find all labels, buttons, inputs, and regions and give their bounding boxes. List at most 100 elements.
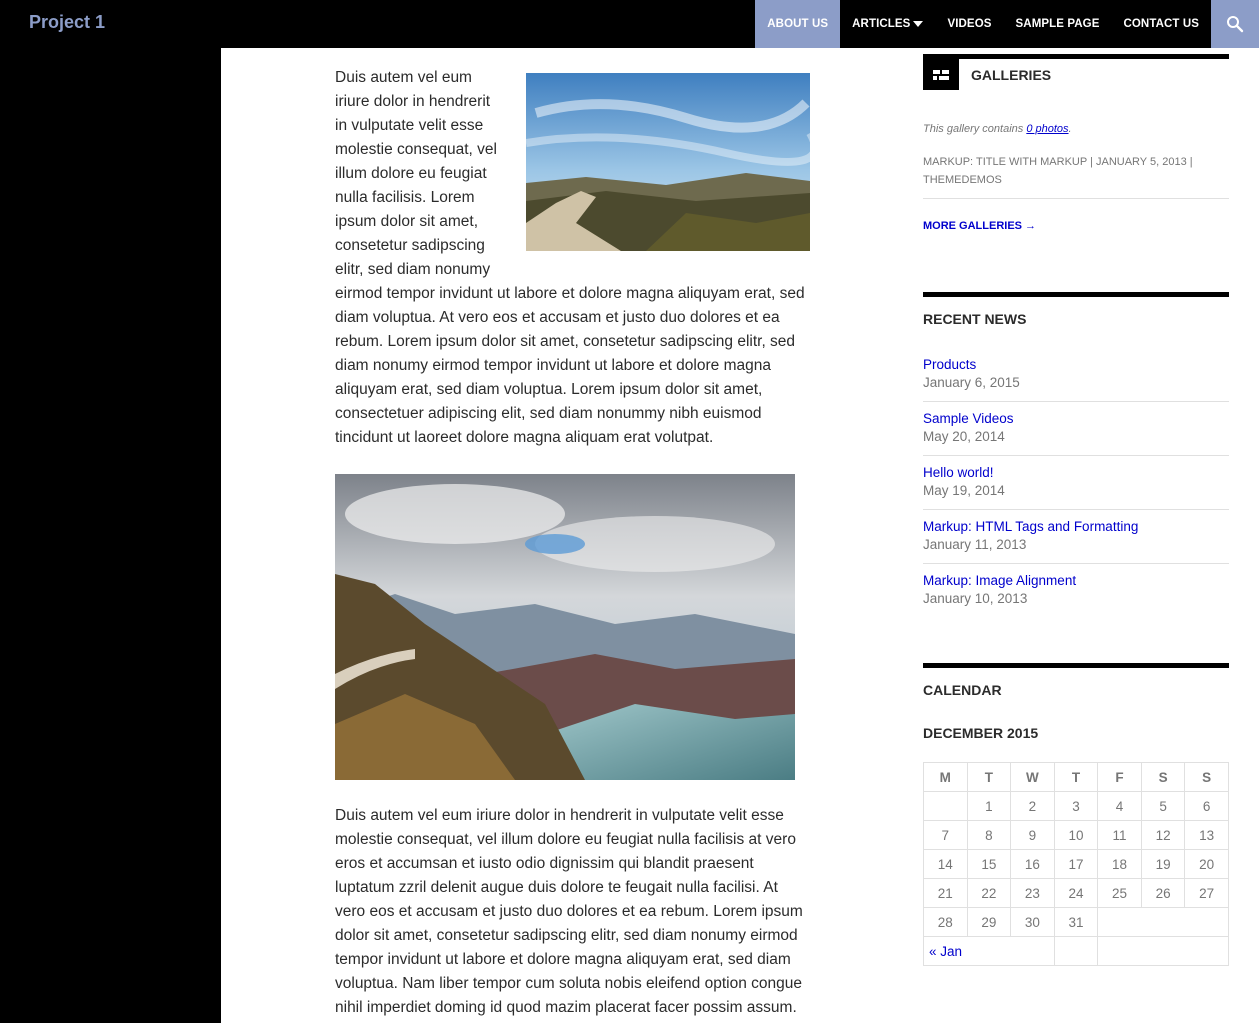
calendar-caption: December 2015 xyxy=(923,725,1039,741)
calendar-day: 23 xyxy=(1010,878,1055,908)
calendar-day: 4 xyxy=(1097,791,1142,821)
calendar-week-row: 21 22 23 24 25 26 27 xyxy=(923,878,1229,908)
nav-label: Sample Page xyxy=(1015,18,1100,30)
nav-item-sample-page[interactable]: Sample Page xyxy=(1004,0,1112,48)
search-toggle-button[interactable] xyxy=(1211,0,1259,48)
calendar-day: 15 xyxy=(966,849,1012,879)
calendar-nav-row: « Jan xyxy=(923,936,1229,966)
calendar-pad xyxy=(1053,936,1099,966)
news-date: May 20, 2014 xyxy=(923,429,1005,444)
nav-item-videos[interactable]: Videos xyxy=(935,0,1003,48)
meta-separator: | xyxy=(1186,156,1193,168)
nav-label: Videos xyxy=(947,18,992,30)
weekday-header: S xyxy=(1184,762,1229,792)
landscape-image-road xyxy=(526,73,810,251)
calendar-day: 29 xyxy=(966,907,1012,937)
calendar-day: 14 xyxy=(923,849,968,879)
gallery-photos-link[interactable]: 0 photos xyxy=(1026,123,1068,135)
calendar-day: 3 xyxy=(1053,791,1099,821)
calendar-week-row: 28 29 30 31 xyxy=(923,907,1229,937)
news-date: January 11, 2013 xyxy=(923,537,1027,552)
gallery-text-prefix: This gallery contains xyxy=(923,123,1027,135)
recent-news-widget: Recent News Products January 6, 2015 Samp… xyxy=(923,292,1229,625)
calendar-day: 8 xyxy=(966,820,1012,850)
weekday-header: T xyxy=(1053,762,1099,792)
list-item: Markup: Image Alignment January 10, 2013 xyxy=(923,572,1229,617)
news-date: January 10, 2013 xyxy=(923,591,1028,606)
calendar-day: 12 xyxy=(1140,820,1186,850)
news-link[interactable]: Markup: HTML Tags and Formatting xyxy=(923,518,1229,536)
calendar-day: 5 xyxy=(1140,791,1186,821)
nav-label: About Us xyxy=(767,18,829,30)
calendar-day: 26 xyxy=(1140,878,1186,908)
calendar-day: 11 xyxy=(1097,820,1142,850)
calendar-day: 7 xyxy=(923,820,968,850)
nav-item-contact-us[interactable]: Contact Us xyxy=(1111,0,1211,48)
primary-nav: About Us Articles Videos Sample Page Con… xyxy=(755,0,1211,48)
more-galleries-link[interactable]: More Galleries → xyxy=(923,220,1229,232)
galleries-header: Galleries xyxy=(923,59,1229,90)
nav-item-about-us[interactable]: About Us xyxy=(755,0,841,48)
calendar-day: 18 xyxy=(1097,849,1142,879)
calendar-day: 30 xyxy=(1010,907,1055,937)
nav-item-articles[interactable]: Articles xyxy=(840,0,935,48)
nav-label: Contact Us xyxy=(1123,18,1199,30)
calendar-week-row: 1 2 3 4 5 6 xyxy=(923,791,1229,821)
galleries-title[interactable]: Galleries xyxy=(971,67,1051,83)
calendar-day: 20 xyxy=(1184,849,1229,879)
news-link[interactable]: Markup: Image Alignment xyxy=(923,572,1229,590)
calendar-day-empty xyxy=(1097,907,1229,937)
weekday-header: T xyxy=(966,762,1012,792)
weekday-header: M xyxy=(923,762,968,792)
nav-label: Articles xyxy=(852,18,911,30)
site-title[interactable]: Project 1 xyxy=(29,12,105,33)
news-link[interactable]: Hello world! xyxy=(923,464,1229,482)
list-item: Markup: HTML Tags and Formatting January … xyxy=(923,518,1229,564)
calendar-title: Calendar xyxy=(923,663,1229,698)
gallery-icon xyxy=(923,59,959,90)
left-sidebar xyxy=(0,48,221,1023)
calendar-day: 21 xyxy=(923,878,968,908)
calendar-day: 17 xyxy=(1053,849,1099,879)
post-paragraph: Duis autem vel eum iriure dolor in hendr… xyxy=(335,807,803,1016)
gallery-text-suffix: . xyxy=(1068,123,1072,135)
calendar-next-cell xyxy=(1097,936,1229,966)
landscape-image-lake xyxy=(335,474,795,780)
gallery-description: This gallery contains 0 photos. xyxy=(923,123,1229,135)
calendar-day: 28 xyxy=(923,907,968,937)
list-item: Products January 6, 2015 xyxy=(923,356,1229,402)
weekday-header: F xyxy=(1097,762,1142,792)
recent-news-list: Products January 6, 2015 Sample Videos May… xyxy=(923,356,1229,617)
calendar-day: 25 xyxy=(1097,878,1142,908)
weekday-header: S xyxy=(1140,762,1186,792)
news-date: May 19, 2014 xyxy=(923,483,1005,498)
list-item: Hello world! May 19, 2014 xyxy=(923,464,1229,510)
calendar-weekday-row: M T W T F S S xyxy=(923,762,1229,792)
caret-down-icon xyxy=(913,20,924,27)
calendar-day: 1 xyxy=(966,791,1012,821)
calendar-prev-cell: « Jan xyxy=(923,936,1055,966)
calendar-day: 24 xyxy=(1053,878,1099,908)
news-link[interactable]: Sample Videos xyxy=(923,410,1229,428)
weekday-header: W xyxy=(1010,762,1055,792)
calendar-day xyxy=(923,791,968,821)
calendar-widget: Calendar December 2015 M T W T F S S 1 2 xyxy=(923,663,1229,966)
calendar-day: 16 xyxy=(1010,849,1055,879)
news-link[interactable]: Products xyxy=(923,356,1229,374)
calendar-day: 22 xyxy=(966,878,1012,908)
calendar-prev-link[interactable]: « Jan xyxy=(929,944,962,959)
gallery-category-link[interactable]: Markup: Title With Markup xyxy=(923,156,1087,168)
calendar-day: 31 xyxy=(1053,907,1099,937)
calendar-day: 19 xyxy=(1140,849,1186,879)
galleries-widget: Galleries This gallery contains 0 photos… xyxy=(923,54,1229,232)
site-header: Project 1 About Us Articles Videos Sampl… xyxy=(0,0,1259,48)
recent-news-title: Recent News xyxy=(923,292,1229,327)
calendar-day: 9 xyxy=(1010,820,1055,850)
gallery-meta: Markup: Title With Markup | January 5, 2… xyxy=(923,153,1229,199)
gallery-date-link[interactable]: January 5, 2013 xyxy=(1096,156,1187,168)
gallery-author-link[interactable]: Themedemos xyxy=(923,174,1002,186)
calendar-day: 2 xyxy=(1010,791,1055,821)
calendar-week-row: 14 15 16 17 18 19 20 xyxy=(923,849,1229,879)
news-date: January 6, 2015 xyxy=(923,375,1020,390)
list-item: Sample Videos May 20, 2014 xyxy=(923,410,1229,456)
